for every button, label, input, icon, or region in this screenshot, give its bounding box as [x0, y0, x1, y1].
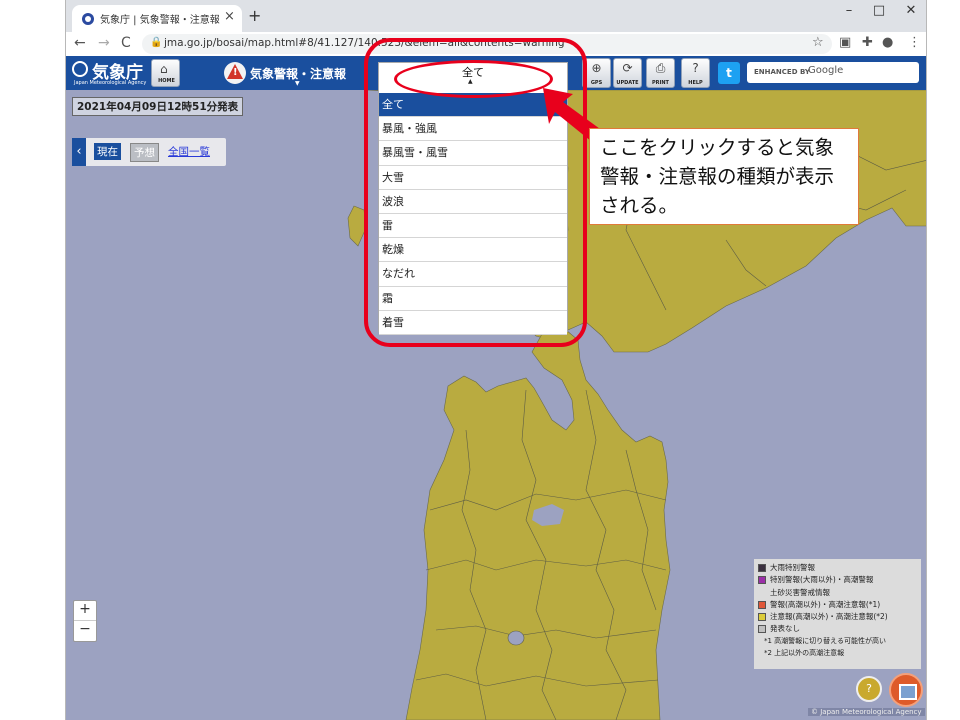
browser-window: 気象庁 | 気象警報・注意報 × + – □ ✕ ← → C 🔒 jma.go.…	[65, 0, 927, 720]
bookmark-star-icon[interactable]: ☆	[812, 35, 824, 50]
extension-icon[interactable]: ▣	[839, 35, 851, 50]
forecast-button[interactable]: 予想	[130, 143, 159, 162]
national-list-link[interactable]: 全国一覧	[168, 144, 210, 159]
legend-note: *1 高潮警報に切り替える可能性が高い	[764, 636, 886, 645]
home-icon: ⌂	[160, 62, 168, 76]
map-legend: 大雨特別警報 特別警報(大雨以外)・高潮警報 土砂災害警戒情報 警報(高潮以外)…	[754, 559, 921, 669]
tab-title: 気象庁 | 気象警報・注意報	[100, 15, 220, 26]
printer-icon: ⎙	[655, 61, 666, 75]
menu-dots-icon[interactable]: ⋮	[908, 35, 921, 50]
search-google-label: Google	[808, 65, 844, 76]
minimize-button[interactable]: –	[834, 3, 864, 18]
legend-note: *2 上記以外の高潮注意報	[764, 649, 845, 658]
forward-button[interactable]: →	[98, 35, 110, 51]
tab-strip: 気象庁 | 気象警報・注意報 × + – □ ✕	[66, 0, 926, 32]
legend-label: 発表なし	[770, 624, 800, 634]
legend-swatch	[758, 564, 766, 572]
update-button[interactable]: ⟳ UPDATE	[613, 58, 642, 88]
legend-label: 大雨特別警報	[770, 563, 815, 572]
tab-close-icon[interactable]: ×	[224, 9, 235, 24]
issued-time: 2021年04月09日12時51分発表	[72, 97, 244, 116]
zoom-in-button[interactable]: +	[74, 601, 96, 621]
zoom-out-button[interactable]: −	[74, 621, 96, 641]
puzzle-icon[interactable]: ✚	[862, 35, 873, 50]
help-button[interactable]: ? HELP	[681, 58, 710, 88]
update-label: UPDATE	[616, 80, 639, 86]
search-input[interactable]: ENHANCED BY Google	[747, 62, 919, 83]
legend-swatch	[758, 576, 766, 585]
legend-note-row: *2 上記以外の高潮注意報	[758, 648, 917, 660]
jma-logo-icon	[72, 61, 88, 77]
help-icon: ?	[692, 61, 699, 75]
close-window-button[interactable]: ✕	[896, 3, 926, 18]
legend-swatch	[758, 600, 766, 609]
legend-row: 大雨特別警報	[758, 562, 917, 574]
zoom-control: + −	[73, 600, 97, 642]
warning-icon	[224, 62, 246, 84]
legend-row: 注意報(高潮以外)・高潮注意報(*2)	[758, 611, 917, 623]
legend-help-icon[interactable]: ?	[856, 676, 882, 702]
legend-note-row: *1 高潮警報に切り替える可能性が高い	[758, 636, 917, 648]
profile-icon[interactable]: ●	[882, 35, 893, 50]
tohoku-land	[405, 329, 671, 720]
browser-tab[interactable]: 気象庁 | 気象警報・注意報 ×	[72, 5, 242, 32]
annotation-callout: ここをクリックすると気象警報・注意報の種類が表示される。	[589, 128, 859, 225]
legend-row: 土砂災害警戒情報	[758, 587, 917, 599]
time-panel: ‹ 現在 予想 全国一覧	[72, 138, 226, 166]
annotation-highlight-oval	[394, 60, 553, 98]
legend-row: 特別警報(大雨以外)・高潮警報	[758, 574, 917, 586]
new-tab-button[interactable]: +	[248, 6, 261, 25]
legend-row: 発表なし	[758, 623, 917, 635]
home-label: HOME	[158, 78, 175, 84]
copyright-text: © Japan Meteorological Agency	[808, 708, 925, 716]
legend-label: 土砂災害警戒情報	[770, 587, 830, 597]
search-enhanced-label: ENHANCED BY	[754, 68, 810, 76]
legend-swatch	[758, 613, 766, 622]
home-button[interactable]: ⌂ HOME	[151, 59, 180, 87]
lake-towada	[507, 630, 525, 646]
update-icon: ⟳	[622, 61, 633, 75]
help-label: HELP	[688, 80, 703, 86]
legend-label: 特別警報(大雨以外)・高潮警報	[770, 575, 874, 585]
legend-label: 注意報(高潮以外)・高潮注意報(*2)	[770, 612, 888, 622]
lock-icon: 🔒	[150, 37, 163, 48]
guide-book-icon[interactable]	[889, 673, 923, 707]
twitter-icon[interactable]: t	[718, 62, 740, 84]
legend-swatch	[758, 625, 766, 634]
panel-collapse-icon[interactable]: ‹	[72, 138, 86, 166]
site-logo-subtitle: Japan Meteorological Agency	[74, 80, 147, 86]
maximize-button[interactable]: □	[864, 3, 894, 18]
print-label: PRINT	[652, 80, 669, 86]
reload-button[interactable]: C	[121, 35, 131, 51]
print-button[interactable]: ⎙ PRINT	[646, 58, 675, 88]
jma-favicon-icon	[82, 13, 94, 25]
legend-label: 警報(高潮以外)・高潮注意報(*1)	[770, 599, 881, 609]
gps-icon: ⊕	[591, 61, 602, 75]
caret-down-icon: ▼	[295, 80, 300, 87]
now-button[interactable]: 現在	[94, 143, 121, 160]
legend-row: 警報(高潮以外)・高潮注意報(*1)	[758, 599, 917, 611]
back-button[interactable]: ←	[74, 35, 86, 51]
